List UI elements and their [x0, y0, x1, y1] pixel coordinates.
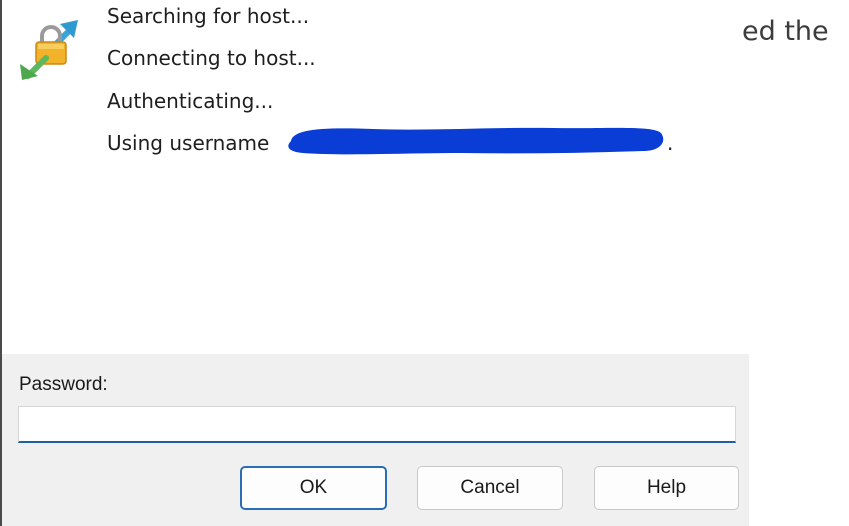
log-line-username: Using username: [107, 131, 270, 155]
log-line-connecting: Connecting to host...: [107, 46, 316, 70]
password-label: Password:: [19, 374, 108, 395]
cancel-button[interactable]: Cancel: [417, 466, 563, 510]
putty-key-exchange-icon: [20, 20, 78, 80]
help-button[interactable]: Help: [594, 466, 739, 510]
log-line-searching: Searching for host...: [107, 4, 310, 28]
log-line-username-period: .: [667, 131, 674, 155]
ok-button[interactable]: OK: [240, 466, 387, 510]
background-window-text: ed the: [742, 16, 829, 47]
log-line-authenticating: Authenticating...: [107, 89, 274, 113]
password-prompt-panel: Password: OK Cancel Help: [2, 354, 749, 526]
password-input[interactable]: [18, 406, 736, 443]
username-redaction-mark: [288, 127, 664, 155]
